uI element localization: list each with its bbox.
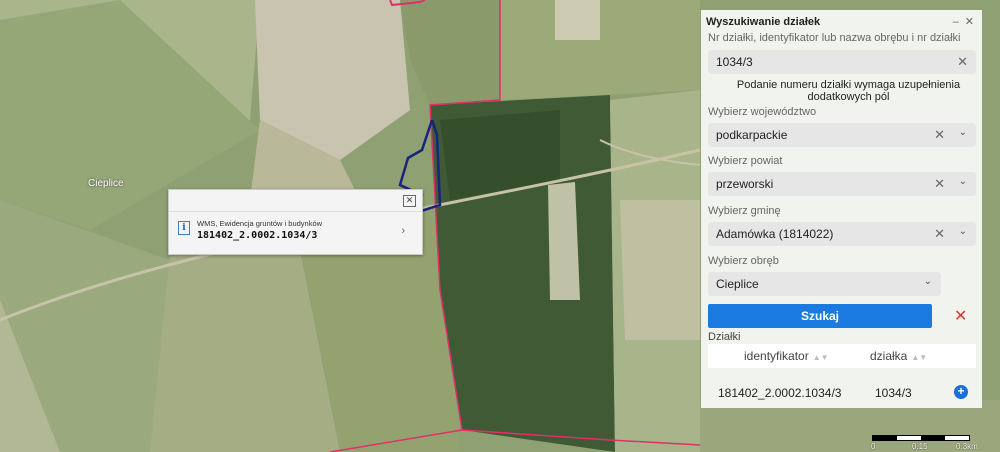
cell-dzialka: 1034/3 xyxy=(875,386,912,400)
search-value: 1034/3 xyxy=(716,55,753,69)
chevron-down-icon[interactable]: ⌄ xyxy=(959,176,967,187)
popup-parcel-id: 181402_2.0002.1034/3 xyxy=(197,230,318,241)
place-label: Cieplice xyxy=(88,178,124,189)
chevron-down-icon[interactable]: ⌄ xyxy=(959,226,967,237)
parcel-search-panel: Wyszukiwanie działek ‒ ✕ Nr działki, iden… xyxy=(701,10,982,408)
column-header-identyfikator[interactable]: identyfikator ▲▼ xyxy=(744,349,829,363)
info-note: Podanie numeru działki wymaga uzupełnien… xyxy=(736,79,961,103)
commune-select[interactable]: Adamówka (1814022) ✕ ⌄ xyxy=(708,222,976,246)
clear-icon[interactable]: ✕ xyxy=(934,176,945,192)
scale-tick: 0 xyxy=(871,442,876,451)
precinct-select[interactable]: Cieplice ⌄ xyxy=(708,272,941,296)
county-select[interactable]: przeworski ✕ ⌄ xyxy=(708,172,976,196)
precinct-value: Cieplice xyxy=(716,277,759,291)
commune-label: Wybierz gminę xyxy=(708,205,781,217)
commune-value: Adamówka (1814022) xyxy=(716,227,834,241)
sort-icon: ▲▼ xyxy=(911,353,928,362)
popup-divider xyxy=(169,211,422,212)
column-header-dzialka[interactable]: działka ▲▼ xyxy=(870,349,927,363)
voivodeship-value: podkarpackie xyxy=(716,128,788,142)
cell-identyfikator: 181402_2.0002.1034/3 xyxy=(718,386,842,400)
minimize-icon[interactable]: ‒ xyxy=(953,16,959,28)
panel-window-controls: ‒ ✕ xyxy=(947,15,974,28)
sort-icon: ▲▼ xyxy=(812,353,829,362)
chevron-down-icon[interactable]: ⌄ xyxy=(924,276,932,287)
results-label: Działki xyxy=(708,331,741,343)
panel-title: Wyszukiwanie działek xyxy=(706,16,821,28)
scale-bar: 0 0.15 0.3km xyxy=(871,433,982,451)
search-label: Nr działki, identyfikator lub nazwa obrę… xyxy=(708,32,961,44)
search-input[interactable]: 1034/3 ✕ xyxy=(708,50,976,74)
scale-tick: 0.3km xyxy=(956,442,978,451)
voivodeship-select[interactable]: podkarpackie ✕ ⌄ xyxy=(708,123,976,147)
clear-icon[interactable]: ✕ xyxy=(934,127,945,143)
table-row[interactable]: 181402_2.0002.1034/3 1034/3 + xyxy=(708,382,976,406)
chevron-down-icon[interactable]: ⌄ xyxy=(959,127,967,138)
results-table-header: identyfikator ▲▼ działka ▲▼ xyxy=(708,344,976,368)
info-icon: i xyxy=(178,221,190,235)
clear-icon[interactable]: ✕ xyxy=(957,54,968,70)
clear-form-icon[interactable]: ✕ xyxy=(954,306,967,326)
close-icon[interactable]: ✕ xyxy=(403,195,416,207)
feature-info-popup: ✕ i WMS, Ewidencja gruntów i budynków 18… xyxy=(168,189,423,255)
popup-source: WMS, Ewidencja gruntów i budynków xyxy=(197,219,323,228)
scale-tick: 0.15 xyxy=(912,442,928,451)
clear-icon[interactable]: ✕ xyxy=(934,226,945,242)
close-icon[interactable]: ✕ xyxy=(965,16,974,28)
add-icon[interactable]: + xyxy=(954,385,968,399)
county-label: Wybierz powiat xyxy=(708,155,783,167)
county-value: przeworski xyxy=(716,177,774,191)
precinct-label: Wybierz obręb xyxy=(708,255,779,267)
search-button[interactable]: Szukaj xyxy=(708,304,932,328)
voivodeship-label: Wybierz województwo xyxy=(708,106,817,118)
chevron-right-icon[interactable]: › xyxy=(401,225,405,237)
